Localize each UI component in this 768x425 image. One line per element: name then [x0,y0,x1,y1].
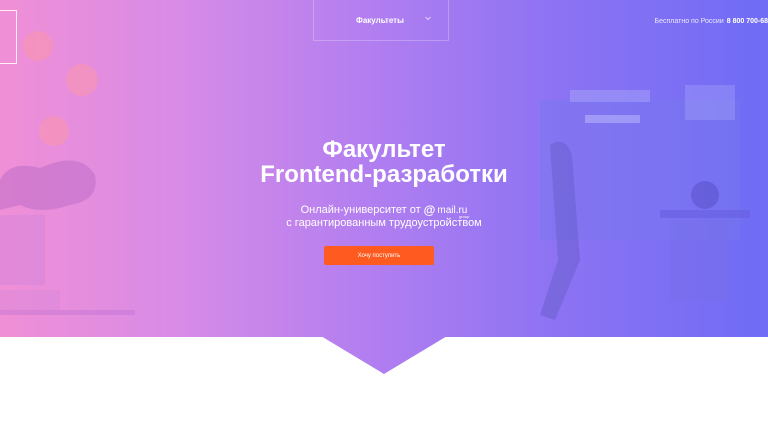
right-illustration [540,85,750,320]
apply-button[interactable]: Хочу поступить [324,246,434,265]
mailru-group-logo: @ mail.ru group [423,203,470,220]
faculties-dropdown-label: Факультеты [356,15,404,25]
phone-number[interactable]: 8 800 700-68 [727,18,768,25]
logo-frame[interactable] [0,10,17,64]
hero-subtitle: Онлайн-университет от @ mail.ru group с … [0,204,768,230]
faculties-dropdown[interactable]: Факультеты [313,0,449,41]
phone-block: Бесплатно по России 8 800 700-68 [655,18,768,25]
page-title: Факультет Frontend-разработки [0,137,768,187]
title-line-2: Frontend-разработки [260,161,508,188]
mailru-group-word: group [459,214,470,219]
chevron-down-icon [425,16,431,21]
phone-caption: Бесплатно по России [654,18,724,25]
subtitle-line-2: с гарантированным трудоустройством [286,217,482,229]
title-line-1: Факультет [322,136,446,163]
mailru-at-glyph: @ [423,203,436,217]
subtitle-prefix: Онлайн-университет от [300,204,421,216]
hero-section: Факультеты Бесплатно по России 8 800 700-… [0,0,768,374]
